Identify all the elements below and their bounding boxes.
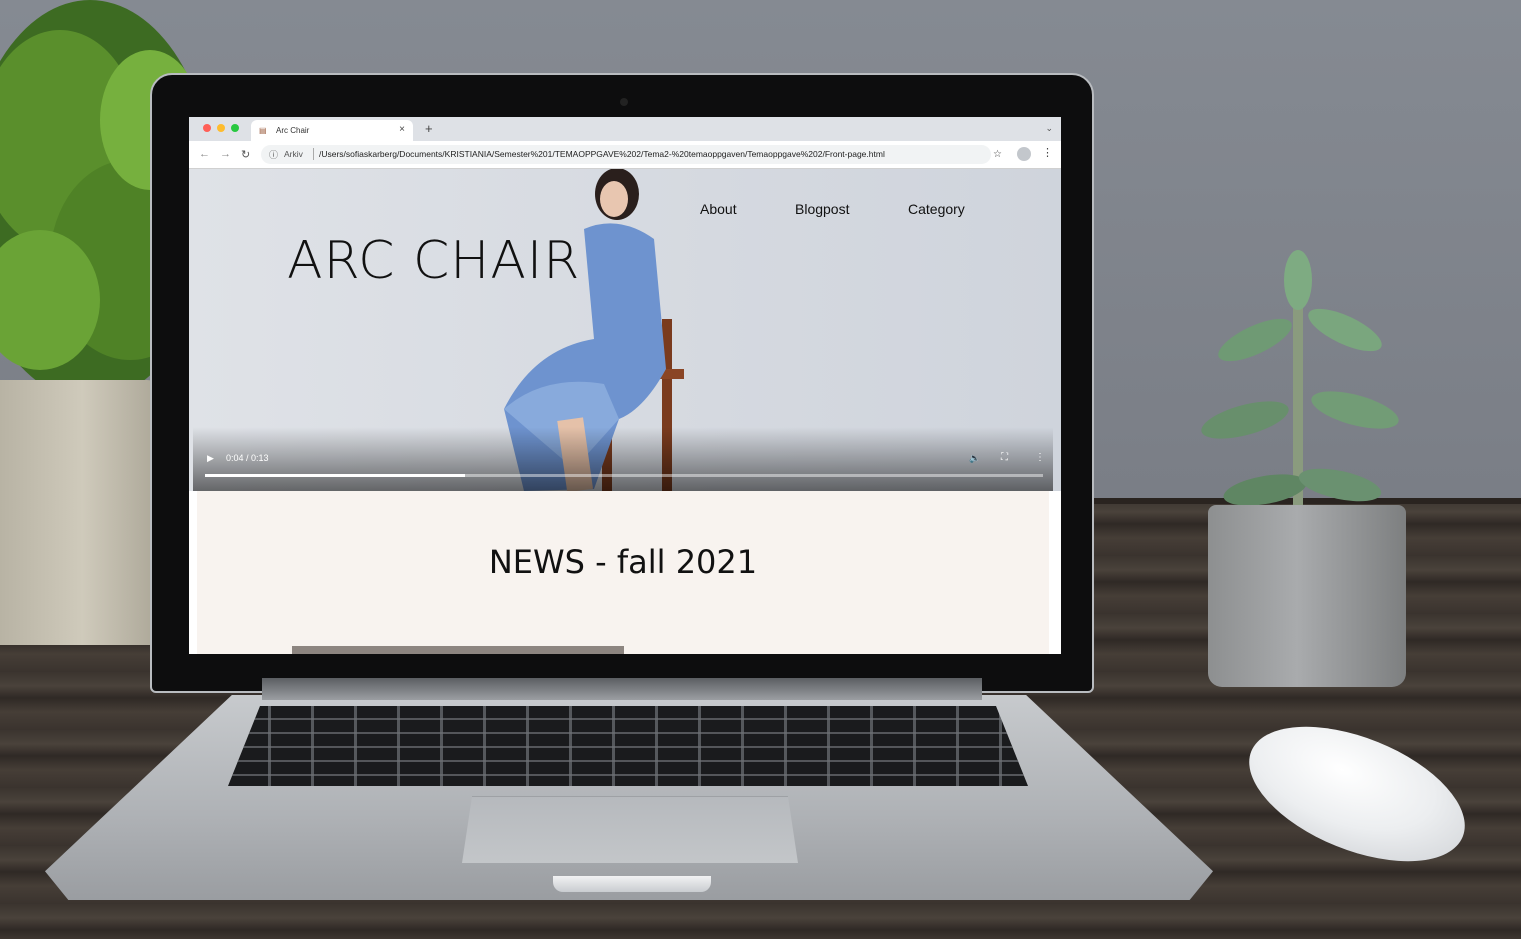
url-text[interactable]: /Users/sofiaskarberg/Documents/KRISTIANI… [319, 149, 885, 159]
news-section: NEWS - fall 2021 [197, 491, 1049, 654]
trackpad [462, 796, 798, 863]
tab-strip: ▤ Arc Chair × + ⌄ [189, 117, 1061, 141]
back-arrow-icon[interactable]: ← [199, 148, 210, 160]
bookmark-star-icon[interactable]: ☆ [993, 149, 1002, 160]
webcam [620, 98, 628, 106]
zoom-window-dot[interactable] [231, 124, 239, 132]
scheme-label: Arkiv [284, 149, 303, 159]
tab-search-chevron-icon[interactable]: ⌄ [1045, 123, 1053, 134]
video-progress-fill [205, 474, 465, 477]
address-bar[interactable]: ⓘ Arkiv /Users/sofiaskarberg/Documents/K… [261, 145, 1002, 164]
video-time: 0:04 / 0:13 [226, 453, 269, 463]
news-heading: NEWS - fall 2021 [488, 543, 758, 581]
chair-favicon-icon: ▤ [259, 126, 267, 135]
video-menu-icon[interactable]: ⋮ [1035, 452, 1045, 463]
info-icon[interactable]: ⓘ [269, 148, 278, 161]
laptop-hinge [262, 678, 982, 700]
nav-about[interactable]: About [700, 201, 737, 217]
laptop-front-notch [553, 876, 711, 892]
video-progress-bar[interactable] [205, 474, 1043, 477]
news-card-top-edge [292, 646, 624, 654]
play-icon[interactable]: ▶ [207, 453, 214, 464]
tab-title: Arc Chair [276, 126, 310, 135]
reload-icon[interactable]: ↻ [241, 148, 250, 161]
close-window-dot[interactable] [203, 124, 211, 132]
site-title: ARC CHAIR [287, 231, 581, 291]
profile-avatar-icon[interactable] [1017, 147, 1031, 161]
fullscreen-icon[interactable]: ⛶ [1001, 452, 1008, 463]
browser-window: ▤ Arc Chair × + ⌄ ← → ↻ ⓘ Arkiv /Users/s… [189, 117, 1061, 654]
browser-menu-icon[interactable]: ⋮ [1042, 146, 1053, 159]
forward-arrow-icon[interactable]: → [220, 148, 231, 160]
tab-close-icon[interactable]: × [399, 124, 405, 135]
stone-pot-left [0, 380, 165, 645]
video-controls: ▶ 0:04 / 0:13 🔈 ⛶ ⋮ [193, 427, 1053, 491]
keyboard-rows [228, 706, 1028, 786]
new-tab-button[interactable]: + [425, 121, 433, 136]
hero-video[interactable]: ARC CHAIR About Blogpost Category ▶ 0:04… [189, 169, 1061, 491]
minimize-window-dot[interactable] [217, 124, 225, 132]
tab-arc-chair[interactable]: ▤ Arc Chair × [251, 120, 413, 141]
volume-icon[interactable]: 🔈 [969, 453, 980, 464]
nav-blogpost[interactable]: Blogpost [795, 201, 849, 217]
browser-toolbar: ← → ↻ ⓘ Arkiv /Users/sofiaskarberg/Docum… [189, 141, 1061, 169]
concrete-pot-right [1208, 505, 1406, 687]
nav-category[interactable]: Category [908, 201, 965, 217]
omnibox-separator [313, 148, 314, 160]
